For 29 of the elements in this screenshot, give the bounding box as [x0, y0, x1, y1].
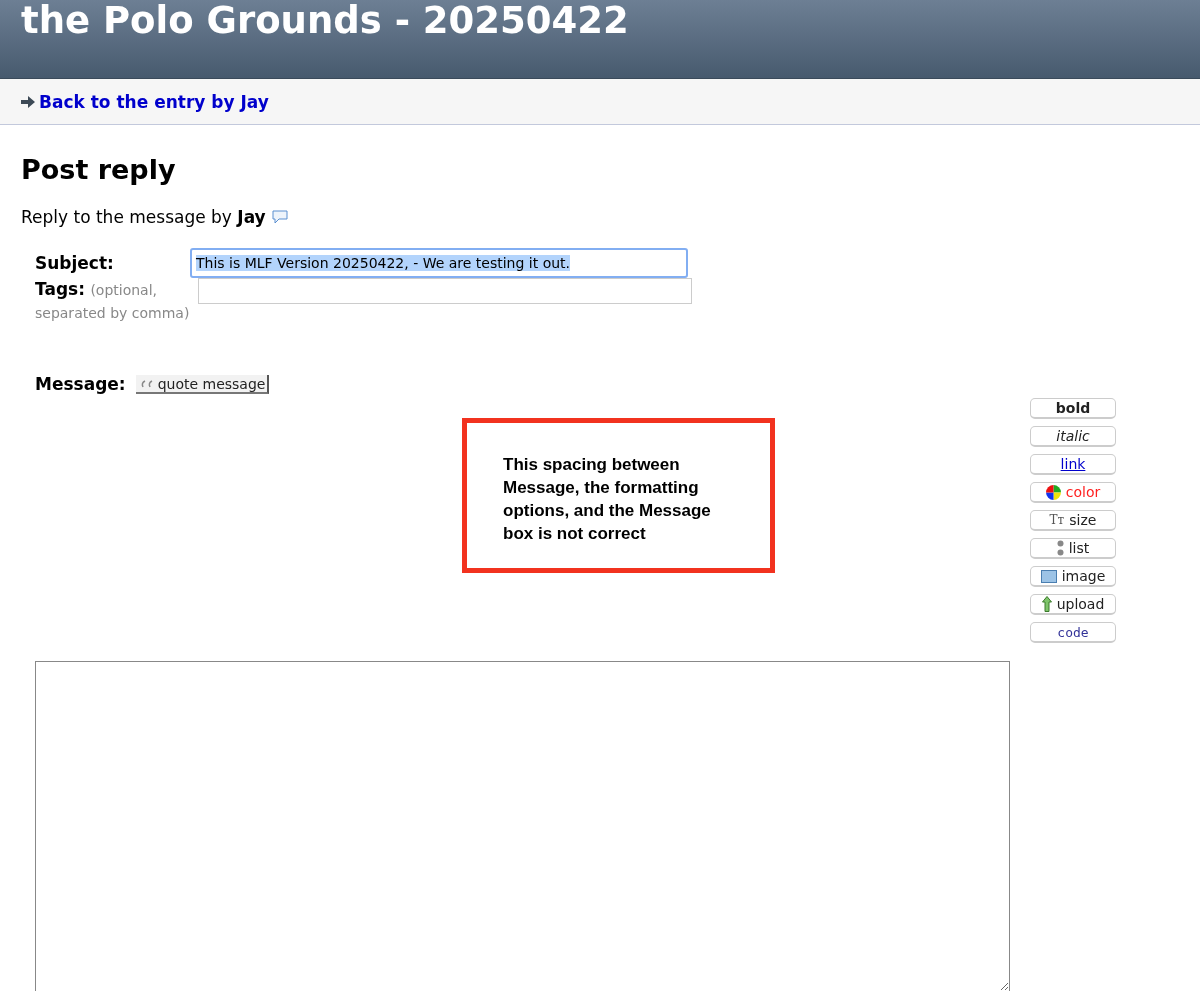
color-wheel-icon	[1045, 484, 1061, 500]
subject-field[interactable]: This is MLF Version 20250422, - We are testing it out.	[190, 248, 688, 278]
quote-icon	[139, 379, 154, 388]
image-button[interactable]: image	[1030, 566, 1116, 587]
tags-label: Tags: (optional, separated by comma)	[35, 278, 191, 323]
arrow-icon	[21, 95, 35, 108]
size-button[interactable]: Tт size	[1030, 510, 1116, 531]
link-button[interactable]: link	[1030, 454, 1116, 475]
annotation-note: This spacing between Message, the formatting options, and the Message box is not correct	[462, 418, 775, 573]
page-heading: Post reply	[21, 153, 177, 187]
speech-bubble-icon	[271, 210, 288, 224]
page-title: the Polo Grounds - 20250422	[20, 0, 629, 43]
color-button[interactable]: color	[1030, 482, 1116, 503]
upload-arrow-icon	[1041, 596, 1052, 612]
image-icon	[1040, 569, 1057, 583]
italic-button[interactable]: italic	[1030, 426, 1116, 447]
list-button[interactable]: list	[1030, 538, 1116, 559]
code-button[interactable]: code	[1030, 622, 1116, 643]
message-label: Message:	[35, 374, 126, 394]
quote-message-button[interactable]: quote message	[135, 374, 270, 394]
bold-button[interactable]: bold	[1030, 398, 1116, 419]
upload-button[interactable]: upload	[1030, 594, 1116, 615]
message-textarea[interactable]	[35, 661, 1010, 991]
list-icon	[1056, 540, 1064, 556]
back-link[interactable]: Back to the entry by Jay	[39, 91, 269, 112]
reply-text: Reply to the message by Jay	[21, 207, 266, 227]
subject-label: Subject:	[35, 253, 115, 273]
tags-field[interactable]	[198, 278, 692, 304]
text-size-icon: Tт	[1049, 513, 1065, 527]
